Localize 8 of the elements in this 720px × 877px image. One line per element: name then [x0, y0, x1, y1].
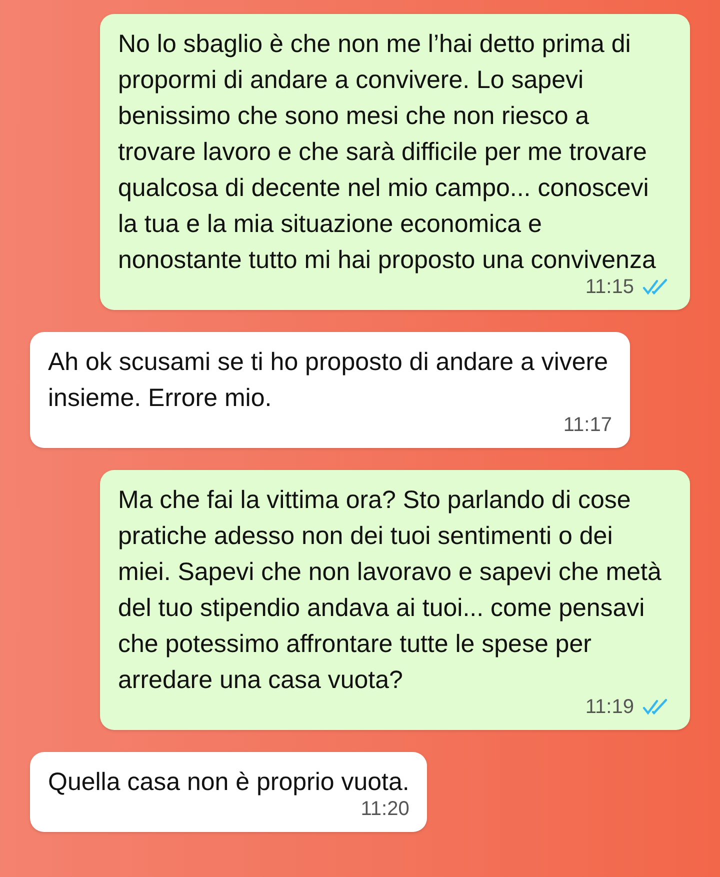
message-time: 11:20 [360, 797, 410, 822]
message-time: 11:19 [585, 695, 634, 720]
message-text: Ma che fai la vittima ora? Sto parlando di cose pratiche adesso non dei tuoi sentimenti o dei miei. Sapevi che non lavoravo e sapevi che metà del tuo stipendio andava ai tuoi... come pensavi che potessimo affrontare tutte le spese per arredare una casa vuota? [118, 485, 662, 696]
message-text: Ah ok scusami se ti ho proposto di andare a vivere insieme. Errore mio. [48, 347, 610, 414]
message-text: No lo sbaglio è che non me l’hai detto prima di propormi di andare a convivere. Lo sapevi benissimo che sono mesi che non riesco a trovare lavoro e che sarà difficile per me trovare qualcosa di decente nel mio campo... conoscevi la tua e la mia situazione economica e nonostante tutto mi hai proposto una convivenza [118, 29, 657, 276]
message-time: 11:17 [563, 413, 612, 438]
message-time: 11:15 [585, 275, 634, 300]
message-text: Quella casa non è proprio vuota. [48, 767, 410, 798]
